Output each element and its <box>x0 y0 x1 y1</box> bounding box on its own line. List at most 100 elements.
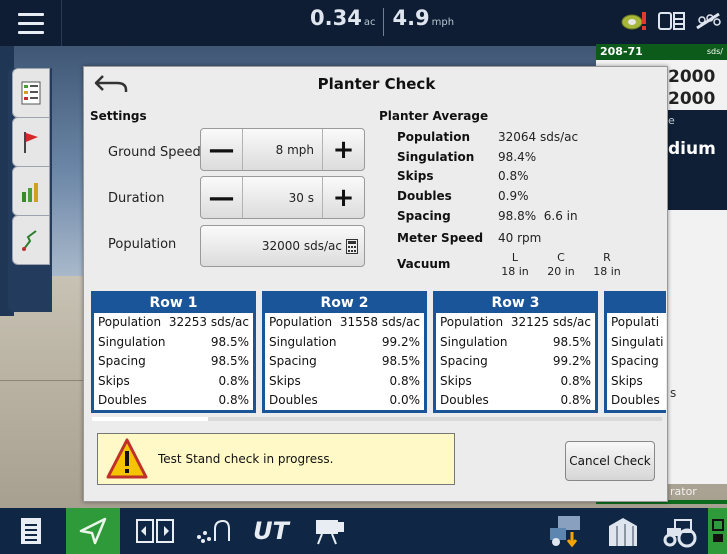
menu-button[interactable] <box>0 0 62 46</box>
avg-singulation-value: 98.4% <box>498 150 537 164</box>
row-label: Spacing <box>440 354 488 368</box>
display-icon[interactable] <box>657 8 687 34</box>
right-panel-header-unit: sds/ <box>706 47 723 56</box>
row-label: Doubles <box>440 393 489 407</box>
ground-speed-decrement-button[interactable]: — <box>201 129 243 170</box>
row-scrollbar[interactable] <box>92 417 662 421</box>
row-value: 99.2% <box>381 334 420 349</box>
bottom-toolbar: UT <box>0 508 727 554</box>
row-population: Populati <box>607 313 666 333</box>
ground-speed-stepper: — 8 mph + <box>200 128 365 171</box>
row-skips: Skips <box>607 372 666 392</box>
row-skips: Skips 0.8% <box>94 372 253 392</box>
row-skips: Skips 0.8% <box>436 372 595 392</box>
row-value: 98.5% <box>210 334 249 349</box>
row-value: 0.8% <box>218 393 250 407</box>
signal-icon[interactable] <box>693 8 723 34</box>
area-value: 0.34 <box>310 6 362 30</box>
avg-meter-speed-value: 40 rpm <box>498 231 542 245</box>
top-bar: 0.34 ac 4.9 mph <box>0 0 727 46</box>
row-value: 32125 sds/ac <box>510 315 591 329</box>
population-label: Population <box>108 237 177 252</box>
duration-value: 30 s <box>288 190 314 205</box>
row-card-3[interactable]: Row 3 Population 32125 sds/ac Singulation… <box>433 291 598 413</box>
speed-unit: mph <box>431 17 455 28</box>
status-text: Test Stand check in progress. <box>158 452 334 466</box>
camera-button[interactable] <box>302 508 356 554</box>
field-data-button[interactable] <box>538 508 592 554</box>
right-panel-fragment: rator <box>670 485 697 498</box>
document-icon <box>21 518 41 544</box>
row-label: Skips <box>611 373 643 388</box>
avg-vacuum-label: Vacuum <box>397 257 451 271</box>
duration-stepper: — 30 s + <box>200 176 365 219</box>
guidance-nav-button[interactable] <box>66 508 120 554</box>
status-message: Test Stand check in progress. <box>97 433 455 485</box>
ut-button[interactable]: UT <box>244 508 298 554</box>
grain-bin-button[interactable] <box>596 508 650 554</box>
row-scrollbar-thumb[interactable] <box>92 417 208 421</box>
tab-flags[interactable] <box>12 117 50 167</box>
row-card-title: Row 2 <box>265 294 424 313</box>
ut-icon: UT <box>253 517 289 545</box>
right-panel-label: dium <box>668 139 716 159</box>
back-arrow-icon <box>94 75 128 92</box>
planter-average-heading: Planter Average <box>379 109 489 123</box>
row-singulation: Singulati <box>607 333 666 353</box>
avg-skips-label: Skips <box>397 169 434 183</box>
seed-planter-icon <box>197 519 230 543</box>
tractor-data-icon <box>550 516 580 548</box>
planter-button[interactable] <box>186 508 240 554</box>
vacuum-value: 18 in <box>593 265 621 278</box>
tractor-button[interactable] <box>654 508 706 554</box>
row-label: Singulation <box>98 334 166 349</box>
row-value: 0.8% <box>560 393 592 407</box>
duration-decrement-button[interactable]: — <box>201 177 243 218</box>
ground-speed-value: 8 mph <box>275 142 314 157</box>
vacuum-value: 18 in <box>501 265 529 278</box>
row-label: Skips <box>440 373 472 388</box>
avg-population-label: Population <box>397 130 471 144</box>
document-button[interactable] <box>0 508 62 554</box>
right-panel-header-text: 208-71 <box>600 45 643 58</box>
run-screen-button[interactable] <box>708 508 727 554</box>
warning-icon <box>106 438 148 479</box>
dialog-title: Planter Check <box>317 75 436 93</box>
avg-population-value: 32064 sds/ac <box>498 130 579 144</box>
settings-heading: Settings <box>90 109 147 123</box>
cancel-check-button[interactable]: Cancel Check <box>565 441 655 481</box>
row-value: 98.5% <box>552 334 591 349</box>
back-button[interactable] <box>90 71 132 97</box>
row-label: Singulation <box>440 334 508 349</box>
row-value: 0.8% <box>218 373 250 388</box>
avg-doubles-value: 0.9% <box>498 189 529 203</box>
vacuum-center: C 20 in <box>544 251 578 279</box>
row-skips: Skips 0.8% <box>265 372 424 392</box>
speed-value: 4.9 <box>392 6 430 30</box>
tab-charts[interactable] <box>12 166 50 216</box>
row-label: Doubles <box>611 393 660 407</box>
row-card-4[interactable]: Populati Singulati Spacing Skips Doubles <box>604 291 666 413</box>
vacuum-left: L 18 in <box>498 251 532 279</box>
row-doubles: Doubles <box>607 391 666 411</box>
row-singulation: Singulation 99.2% <box>265 333 424 353</box>
row-singulation: Singulation 98.5% <box>94 333 253 353</box>
gps-warning-icon[interactable] <box>621 8 651 34</box>
row-doubles: Doubles 0.0% <box>265 391 424 411</box>
avg-doubles-label: Doubles <box>397 189 452 203</box>
split-view-button[interactable] <box>128 508 182 554</box>
population-value: 32000 sds/ac <box>261 239 342 253</box>
duration-increment-button[interactable]: + <box>322 177 364 218</box>
area-unit: ac <box>363 17 376 28</box>
tab-layers[interactable] <box>12 68 50 118</box>
population-input[interactable]: 32000 sds/ac <box>200 225 365 267</box>
row-label: Population <box>269 315 333 329</box>
vacuum-side: C <box>557 251 565 264</box>
row-spacing: Spacing 98.5% <box>265 352 424 372</box>
row-card-2[interactable]: Row 2 Population 31558 sds/ac Singulation… <box>262 291 427 413</box>
row-card-1[interactable]: Row 1 Population 32253 sds/ac Singulation… <box>91 291 256 413</box>
tab-guidance[interactable] <box>12 215 50 265</box>
row-label: Spacing <box>269 354 317 368</box>
row-value: 0.8% <box>389 373 421 388</box>
ground-speed-increment-button[interactable]: + <box>322 129 364 170</box>
